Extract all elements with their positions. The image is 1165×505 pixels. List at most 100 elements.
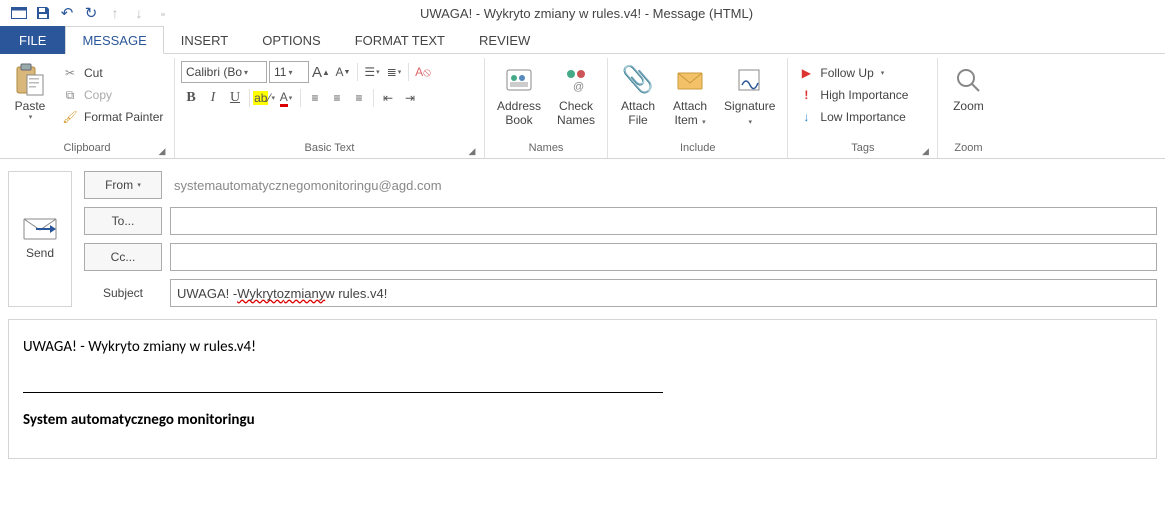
align-right-icon[interactable]: ≡: [349, 88, 369, 108]
high-importance-icon: !: [798, 87, 814, 103]
group-include: 📎 Attach File Attach Item ▾ Signature▾ I…: [608, 58, 788, 158]
title-bar: ↶ ↻ ↑ ↓ ₌ UWAGA! - Wykryto zmiany w rule…: [0, 0, 1165, 26]
format-painter-button[interactable]: 🖌 Format Painter: [58, 106, 167, 128]
follow-up-label: Follow Up: [820, 66, 873, 80]
redo-icon[interactable]: ↻: [82, 4, 100, 22]
to-input[interactable]: [170, 207, 1157, 235]
bullets-icon[interactable]: ☰▾: [362, 62, 382, 82]
clipboard-launcher-icon[interactable]: ◢: [156, 143, 168, 155]
basic-text-launcher-icon[interactable]: ◢: [466, 143, 478, 155]
attach-item-icon: [672, 62, 708, 98]
low-importance-icon: ↓: [798, 109, 814, 125]
group-basic-text-label: Basic Text ◢: [181, 140, 478, 156]
to-button[interactable]: To...: [84, 207, 162, 235]
format-painter-label: Format Painter: [84, 110, 163, 124]
signature-icon: [732, 62, 768, 98]
signature-button[interactable]: Signature▾: [718, 60, 781, 130]
decrease-indent-icon[interactable]: ⇤: [378, 88, 398, 108]
shrink-font-icon[interactable]: A▼: [333, 62, 353, 82]
window-icon: [10, 4, 28, 22]
bold-button[interactable]: B: [181, 88, 201, 108]
cc-input[interactable]: [170, 243, 1157, 271]
signature-label: Signature: [724, 99, 775, 113]
subject-input[interactable]: UWAGA! - Wykryto zmiany w rules.v4!: [170, 279, 1157, 307]
font-name-combo[interactable]: Calibri (Bo▾: [181, 61, 267, 83]
check-names-label: Check Names: [557, 100, 595, 128]
grow-font-icon[interactable]: A▲: [311, 62, 331, 82]
font-name-value: Calibri (Bo: [186, 65, 242, 79]
subject-row: Subject UWAGA! - Wykryto zmiany w rules.…: [84, 279, 1157, 307]
paste-label: Paste: [15, 100, 46, 114]
group-basic-text: Calibri (Bo▾ 11▾ A▲ A▼ ☰▾ ≣▾ A⦸ B I U ab…: [175, 58, 485, 158]
save-icon[interactable]: [34, 4, 52, 22]
clear-formatting-icon[interactable]: A⦸: [413, 62, 433, 82]
font-color-icon[interactable]: A▾: [276, 88, 296, 108]
group-names: Address Book @ Check Names Names: [485, 58, 608, 158]
message-header: Send From ▾ systemautomatycznegomonitori…: [0, 171, 1165, 307]
from-button[interactable]: From ▾: [84, 171, 162, 199]
address-book-label: Address Book: [497, 100, 541, 128]
send-button[interactable]: Send: [8, 171, 72, 307]
address-book-button[interactable]: Address Book: [491, 60, 547, 130]
qat-customize-icon[interactable]: ₌: [154, 4, 172, 22]
group-clipboard: Paste ▾ ✂ Cut ⧉ Copy 🖌 Format Painter Cl: [0, 58, 175, 158]
body-line-1: UWAGA! - Wykryto zmiany w rules.v4!: [23, 338, 1142, 356]
window-title: UWAGA! - Wykryto zmiany w rules.v4! - Me…: [172, 6, 1161, 21]
zoom-label: Zoom: [953, 100, 984, 114]
align-left-icon[interactable]: ≡: [305, 88, 325, 108]
group-names-label: Names: [491, 140, 601, 156]
group-zoom: Zoom Zoom: [938, 58, 998, 158]
highlight-icon[interactable]: ab⁄▾: [254, 88, 274, 108]
ribbon: Paste ▾ ✂ Cut ⧉ Copy 🖌 Format Painter Cl: [0, 54, 1165, 159]
attach-file-icon: 📎: [620, 62, 656, 98]
cc-row: Cc...: [84, 243, 1157, 271]
cut-icon: ✂: [62, 65, 78, 81]
high-importance-label: High Importance: [820, 88, 908, 102]
attach-item-button[interactable]: Attach Item ▾: [666, 60, 714, 130]
low-importance-button[interactable]: ↓ Low Importance: [794, 106, 912, 128]
body-signature: System automatycznego monitoringu: [23, 411, 1142, 429]
zoom-button[interactable]: Zoom: [944, 60, 992, 116]
tab-insert[interactable]: INSERT: [164, 26, 245, 54]
tab-options[interactable]: OPTIONS: [245, 26, 338, 54]
align-center-icon[interactable]: ≡: [327, 88, 347, 108]
tab-review[interactable]: REVIEW: [462, 26, 547, 54]
zoom-icon: [950, 62, 986, 98]
group-tags-label: Tags ◢: [794, 140, 931, 156]
italic-button[interactable]: I: [203, 88, 223, 108]
copy-icon: ⧉: [62, 87, 78, 103]
paste-button[interactable]: Paste ▾: [6, 60, 54, 124]
prev-icon[interactable]: ↑: [106, 4, 124, 22]
tags-launcher-icon[interactable]: ◢: [919, 143, 931, 155]
send-icon: [23, 218, 57, 240]
quick-access-toolbar: ↶ ↻ ↑ ↓ ₌: [4, 4, 172, 22]
numbering-icon[interactable]: ≣▾: [384, 62, 404, 82]
ribbon-tabs: FILE MESSAGE INSERT OPTIONS FORMAT TEXT …: [0, 26, 1165, 54]
underline-button[interactable]: U: [225, 88, 245, 108]
from-value: systemautomatycznegomonitoringu@agd.com: [170, 178, 1157, 193]
flag-icon: ▶: [798, 65, 814, 81]
increase-indent-icon[interactable]: ⇥: [400, 88, 420, 108]
attach-file-button[interactable]: 📎 Attach File: [614, 60, 662, 130]
cc-button[interactable]: Cc...: [84, 243, 162, 271]
paste-icon: [12, 62, 48, 98]
message-body[interactable]: UWAGA! - Wykryto zmiany w rules.v4! Syst…: [8, 319, 1157, 459]
tab-message[interactable]: MESSAGE: [65, 26, 163, 54]
check-names-button[interactable]: @ Check Names: [551, 60, 601, 130]
follow-up-button[interactable]: ▶ Follow Up ▾: [794, 62, 912, 84]
font-size-combo[interactable]: 11▾: [269, 61, 309, 83]
to-row: To...: [84, 207, 1157, 235]
cut-label: Cut: [84, 66, 103, 80]
copy-label: Copy: [84, 88, 112, 102]
format-painter-icon: 🖌: [62, 109, 78, 125]
cut-button[interactable]: ✂ Cut: [58, 62, 167, 84]
undo-icon[interactable]: ↶: [58, 4, 76, 22]
tab-file[interactable]: FILE: [0, 26, 65, 54]
svg-text:@: @: [573, 81, 584, 93]
next-icon[interactable]: ↓: [130, 4, 148, 22]
tab-format-text[interactable]: FORMAT TEXT: [338, 26, 462, 54]
copy-button[interactable]: ⧉ Copy: [58, 84, 167, 106]
from-row: From ▾ systemautomatycznegomonitoringu@a…: [84, 171, 1157, 199]
group-zoom-label: Zoom: [944, 140, 992, 156]
high-importance-button[interactable]: ! High Importance: [794, 84, 912, 106]
